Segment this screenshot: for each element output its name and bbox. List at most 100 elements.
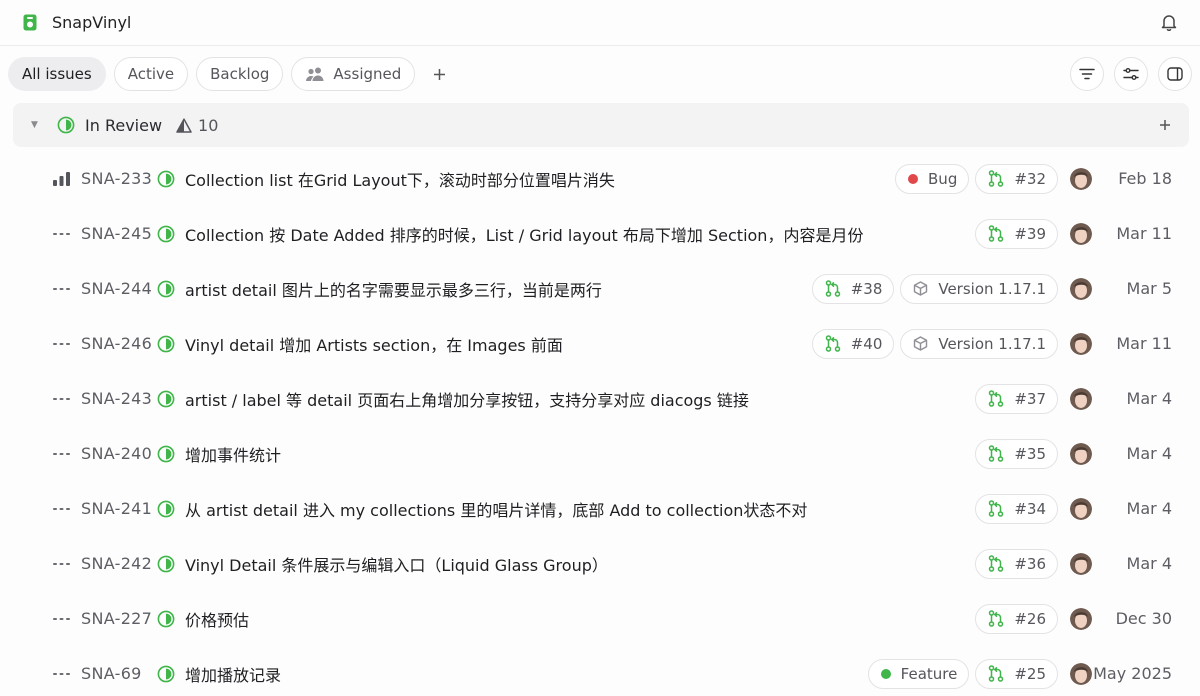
- issue-row[interactable]: SNA-245 Collection 按 Date Added 排序的时候，Lis…: [0, 206, 1200, 261]
- priority-none-icon[interactable]: [52, 556, 70, 572]
- priority-none-icon[interactable]: [52, 501, 70, 517]
- pull-request-badge[interactable]: #40: [811, 328, 895, 359]
- issue-title[interactable]: Vinyl detail 增加 Artists section，在 Images…: [185, 332, 802, 356]
- in-review-status-icon[interactable]: [157, 225, 185, 243]
- issue-row[interactable]: SNA-241 从 artist detail 进入 my collections…: [0, 481, 1200, 536]
- issue-title[interactable]: artist / label 等 detail 页面右上角增加分享按钮，支持分享…: [185, 387, 965, 411]
- issue-id: SNA-245: [81, 224, 153, 243]
- issue-date: Mar 4: [1126, 444, 1172, 463]
- issue-title[interactable]: artist detail 图片上的名字需要显示最多三行，当前是两行: [185, 277, 802, 301]
- issue-title[interactable]: Collection 按 Date Added 排序的时候，List / Gri…: [185, 222, 965, 246]
- issue-title[interactable]: Vinyl Detail 条件展示与编辑入口（Liquid Glass Grou…: [185, 552, 965, 576]
- pull-request-icon: [825, 335, 851, 352]
- tab-assigned[interactable]: Assigned: [291, 57, 416, 91]
- priority-none-icon[interactable]: [52, 446, 70, 462]
- issue-id: SNA-246: [81, 334, 153, 353]
- assignee-avatar[interactable]: [1070, 332, 1092, 355]
- pull-request-badge[interactable]: #26: [975, 603, 1058, 634]
- assignee-avatar[interactable]: [1070, 167, 1092, 190]
- label-color-dot: [908, 173, 919, 184]
- pull-request-icon: [988, 555, 1014, 572]
- pull-request-icon: [988, 225, 1014, 242]
- assignee-avatar[interactable]: [1070, 387, 1092, 410]
- version-text: Version 1.17.1: [938, 279, 1046, 298]
- display-options-sliders-icon[interactable]: [1114, 57, 1148, 91]
- priority-none-icon[interactable]: [52, 391, 70, 407]
- pull-request-badge[interactable]: #36: [975, 548, 1058, 579]
- toggle-sidebar-panel-icon[interactable]: [1158, 57, 1192, 91]
- group-header-in-review[interactable]: ▼ In Review 10: [13, 103, 1189, 147]
- filter-icon[interactable]: [1070, 57, 1104, 91]
- collapse-caret-icon[interactable]: ▼: [31, 120, 41, 130]
- pull-request-badge[interactable]: #37: [975, 383, 1058, 414]
- issue-title[interactable]: 增加播放记录: [185, 662, 858, 686]
- issue-row[interactable]: SNA-227 价格预估 #26 Dec 30: [0, 591, 1200, 646]
- version-text: Version 1.17.1: [938, 334, 1046, 353]
- issue-badges: #39: [975, 218, 1058, 249]
- label-color-dot: [880, 668, 891, 679]
- issue-row[interactable]: SNA-243 artist / label 等 detail 页面右上角增加分享…: [0, 371, 1200, 426]
- issue-row[interactable]: SNA-240 增加事件统计 #35 Mar 4: [0, 426, 1200, 481]
- pull-request-badge[interactable]: #38: [811, 273, 895, 304]
- label-badge[interactable]: Bug: [895, 163, 970, 194]
- version-box-icon: [913, 336, 938, 351]
- tab-active[interactable]: Active: [113, 57, 189, 91]
- issue-row[interactable]: SNA-233 Collection list 在Grid Layout下，滚动时…: [0, 151, 1200, 206]
- tab-label: All issues: [22, 65, 92, 83]
- in-review-status-icon[interactable]: [157, 390, 185, 408]
- notifications-bell-icon[interactable]: [1160, 14, 1178, 32]
- priority-none-icon[interactable]: [52, 666, 70, 682]
- priority-none-icon[interactable]: [52, 226, 70, 242]
- warning-triangle-icon: [176, 117, 192, 133]
- issue-row[interactable]: SNA-244 artist detail 图片上的名字需要显示最多三行，当前是两…: [0, 261, 1200, 316]
- in-review-status-icon[interactable]: [157, 665, 185, 683]
- tab-label: Assigned: [333, 65, 402, 83]
- version-badge[interactable]: Version 1.17.1: [900, 328, 1058, 359]
- pull-request-badge[interactable]: #39: [975, 218, 1058, 249]
- issue-title[interactable]: 增加事件统计: [185, 442, 965, 466]
- pull-request-badge[interactable]: #25: [975, 658, 1058, 689]
- assignee-avatar[interactable]: [1070, 442, 1092, 465]
- issue-badges: Bug #32: [895, 163, 1058, 194]
- priority-none-icon[interactable]: [52, 281, 70, 297]
- issue-id: SNA-241: [81, 499, 153, 518]
- pull-request-icon: [988, 610, 1014, 627]
- issue-badges: #34: [975, 493, 1058, 524]
- assignee-avatar[interactable]: [1070, 222, 1092, 245]
- assignee-avatar[interactable]: [1070, 552, 1092, 575]
- assignee-avatar[interactable]: [1070, 607, 1092, 630]
- priority-high-icon[interactable]: [52, 171, 70, 187]
- pull-request-badge[interactable]: #35: [975, 438, 1058, 469]
- in-review-status-icon[interactable]: [157, 445, 185, 463]
- in-review-status-icon[interactable]: [157, 610, 185, 628]
- tab-all-issues[interactable]: All issues: [8, 57, 106, 91]
- issue-row[interactable]: SNA-242 Vinyl Detail 条件展示与编辑入口（Liquid Gla…: [0, 536, 1200, 591]
- pull-request-badge[interactable]: #34: [975, 493, 1058, 524]
- issue-title[interactable]: 从 artist detail 进入 my collections 里的唱片详情…: [185, 497, 965, 521]
- issue-row[interactable]: SNA-69 增加播放记录 Feature #25 May 2025: [0, 646, 1200, 696]
- issue-date: Mar 4: [1126, 499, 1172, 518]
- assignee-avatar[interactable]: [1070, 277, 1092, 300]
- label-badge[interactable]: Feature: [867, 658, 970, 689]
- version-badge[interactable]: Version 1.17.1: [900, 273, 1058, 304]
- pull-request-badge[interactable]: #32: [975, 163, 1058, 194]
- in-review-status-icon[interactable]: [157, 335, 185, 353]
- in-review-status-icon[interactable]: [157, 500, 185, 518]
- in-review-status-icon[interactable]: [157, 555, 185, 573]
- assignee-avatar[interactable]: [1070, 662, 1092, 685]
- issue-row[interactable]: SNA-246 Vinyl detail 增加 Artists section，在…: [0, 316, 1200, 371]
- issue-title[interactable]: 价格预估: [185, 607, 965, 631]
- pull-request-number: #25: [1014, 664, 1046, 683]
- issue-title[interactable]: Collection list 在Grid Layout下，滚动时部分位置唱片消…: [185, 167, 885, 191]
- add-view-plus-icon[interactable]: [425, 60, 453, 88]
- assignee-avatar[interactable]: [1070, 497, 1092, 520]
- tab-backlog[interactable]: Backlog: [196, 57, 284, 91]
- issue-date: Mar 4: [1126, 389, 1172, 408]
- pull-request-icon: [825, 280, 851, 297]
- in-review-status-icon[interactable]: [157, 280, 185, 298]
- in-review-status-icon[interactable]: [157, 170, 185, 188]
- add-issue-plus-icon[interactable]: [1155, 115, 1175, 135]
- priority-none-icon[interactable]: [52, 611, 70, 627]
- pull-request-number: #34: [1014, 499, 1046, 518]
- priority-none-icon[interactable]: [52, 336, 70, 352]
